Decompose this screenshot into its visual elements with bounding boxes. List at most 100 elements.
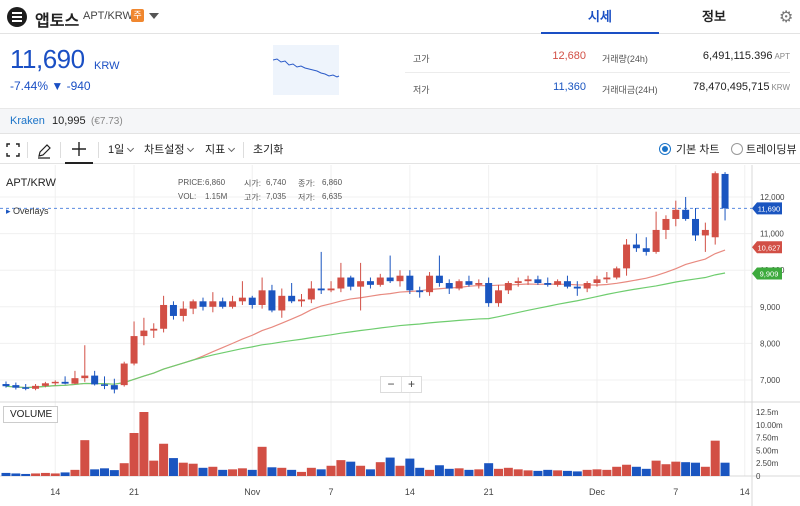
gear-icon[interactable]: ⚙ [779, 7, 793, 27]
candle-body [278, 295, 286, 311]
volume-bar [562, 470, 572, 476]
candle-body [12, 385, 20, 388]
candle-body [41, 383, 49, 386]
volume-bar [474, 469, 484, 476]
volume-tick-label: 2.50m [756, 459, 779, 468]
candle-body [485, 283, 493, 304]
volume-bar [543, 469, 553, 476]
y-tick-label: 8,000 [760, 339, 781, 348]
candle-body [672, 209, 680, 219]
chart-settings-menu[interactable]: 차트설정 [144, 136, 195, 164]
candle-body [435, 275, 443, 284]
volume-bar [40, 472, 50, 476]
candle-body [662, 218, 670, 230]
ma-long-line [5, 272, 726, 389]
candle-body [32, 385, 40, 389]
candle-body [376, 277, 384, 285]
candlestick-chart[interactable]: 12,00011,00010,0009,0008,0007,00012.5m10… [0, 165, 800, 506]
candle-body [347, 277, 355, 287]
radio-tradingview-label[interactable]: 트레이딩뷰 [746, 136, 797, 164]
amount-number: 78,470,495,715 [693, 81, 770, 93]
interval-select[interactable]: 1일 [108, 136, 135, 164]
volume-bar [208, 466, 218, 476]
volume-bar [365, 469, 375, 476]
zoom-in-button[interactable]: + [401, 377, 421, 392]
volume-bar [395, 465, 405, 476]
candle-body [2, 384, 10, 387]
volume-bar [434, 465, 444, 476]
candle-body [268, 290, 276, 311]
amount-value: 78,470,495,715 KRW [660, 81, 790, 93]
candle-body [258, 290, 266, 305]
y-tick-label: 9,000 [760, 303, 781, 312]
volume-bar [513, 469, 523, 476]
indicators-menu[interactable]: 지표 [205, 136, 236, 164]
ohlc-open-label: 시가: [244, 179, 261, 188]
volume-bar [691, 462, 700, 476]
candle-body [91, 375, 99, 385]
volume-bar [622, 464, 632, 476]
volume-bar [90, 469, 100, 476]
toolbar-separator [243, 142, 244, 158]
volume-bar [700, 466, 710, 476]
ohlc-vol-label: VOL: [178, 192, 197, 201]
tab-quote[interactable]: 시세 [541, 0, 659, 34]
candle-body [426, 275, 434, 293]
radio-tradingview[interactable] [731, 143, 743, 155]
candle-body [495, 290, 502, 304]
chart-symbol: APT/KRW [6, 177, 56, 189]
exchange-link[interactable]: Kraken [10, 115, 45, 127]
radio-basic-label[interactable]: 기본 차트 [676, 136, 720, 164]
pencil-icon[interactable] [37, 136, 51, 164]
volume-bar [385, 457, 395, 476]
volume-bar [247, 469, 257, 476]
candle-body [160, 304, 168, 329]
x-tick-label: 7 [329, 487, 334, 497]
coin-dropdown-icon[interactable] [149, 13, 159, 19]
candle-body [337, 277, 345, 289]
low-label: 저가 [413, 85, 430, 95]
candle-body [298, 299, 305, 302]
y-tick-label: 11,000 [760, 230, 784, 239]
chevron-down-icon [127, 144, 135, 153]
volume-bar [218, 469, 228, 476]
ohlc-vol-value: 1.15M [205, 192, 228, 201]
volume-bar [464, 469, 474, 476]
fullscreen-icon[interactable] [6, 136, 20, 164]
volume-bar [671, 461, 681, 476]
volume-bar [533, 470, 543, 476]
radio-basic-chart[interactable] [659, 143, 671, 155]
candle-body [573, 286, 581, 289]
volume-bar [188, 463, 198, 476]
volume-bar [454, 468, 464, 476]
current-price: 11,690 [10, 44, 85, 74]
volume-bar [720, 462, 730, 476]
sparkline-chart [273, 45, 389, 95]
volume-bar [70, 469, 80, 476]
volume-bar [641, 468, 651, 476]
ohlc-close-value: 6,860 [322, 178, 343, 187]
volume-bar [267, 467, 277, 476]
candle-body [701, 229, 709, 236]
candle-body [396, 275, 404, 282]
volume-bar [316, 469, 326, 476]
volume-bar [572, 471, 582, 476]
aptos-logo-icon [7, 7, 27, 27]
toolbar-separator [27, 142, 28, 158]
candle-body [465, 281, 473, 285]
candle-body [169, 304, 177, 316]
volume-bar [237, 468, 247, 476]
tab-info[interactable]: 정보 [659, 0, 769, 34]
overlays-toggle[interactable]: ▸ Overlays [6, 206, 49, 217]
candle-body [554, 281, 562, 285]
volume-bar [287, 469, 297, 476]
reset-button[interactable]: 초기화 [253, 136, 283, 164]
exchange-bar: Kraken 10,995 (€7.73) [0, 108, 800, 134]
volume-bar [631, 466, 641, 476]
zoom-out-button[interactable]: − [381, 377, 401, 392]
x-tick-label: Nov [244, 487, 261, 497]
candle-body [563, 281, 571, 287]
crosshair-icon[interactable] [65, 136, 93, 164]
candle-body [22, 387, 30, 389]
candle-body [652, 229, 660, 252]
